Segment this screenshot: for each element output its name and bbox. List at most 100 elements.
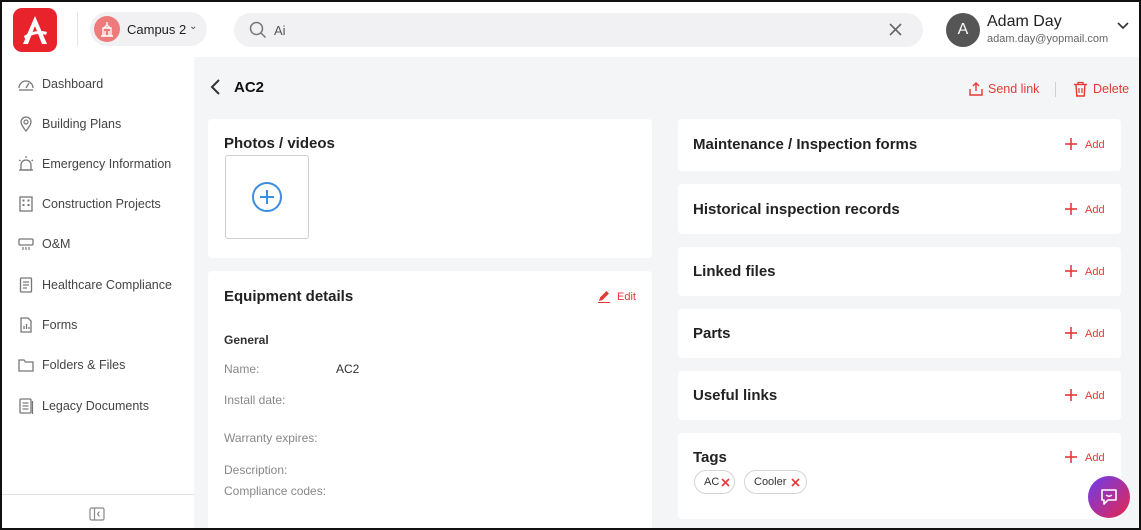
- folder-icon: [18, 359, 34, 372]
- add-linked-file-button[interactable]: Add: [1065, 264, 1113, 280]
- add-historical-record-button[interactable]: Add: [1065, 202, 1113, 218]
- sidebar-item-label: Forms: [42, 318, 78, 332]
- sidebar-item-label: Dashboard: [42, 77, 104, 91]
- campus-label: Campus 2: [127, 22, 187, 37]
- sidebar-item-label: Healthcare Compliance: [42, 278, 172, 292]
- tag-chip: AC: [694, 470, 735, 494]
- app-logo[interactable]: [13, 8, 57, 52]
- edit-button[interactable]: Edit: [597, 289, 642, 305]
- add-useful-link-button[interactable]: Add: [1065, 388, 1113, 404]
- equipment-title: Equipment details: [224, 288, 354, 305]
- chevron-down-icon[interactable]: [1117, 21, 1129, 31]
- map-pin-icon: [20, 116, 32, 133]
- sidebar-item-healthcare-compliance[interactable]: Healthcare Compliance: [2, 269, 194, 301]
- sidebar-item-label: O&M: [42, 237, 71, 251]
- page-title: AC2: [234, 79, 265, 96]
- search-input[interactable]: Ai: [274, 23, 286, 38]
- avatar[interactable]: A: [946, 13, 980, 47]
- plus-circle-icon: [252, 182, 282, 212]
- close-icon[interactable]: [888, 22, 903, 37]
- plus-icon: [1065, 203, 1077, 215]
- historical-records-card: Historical inspection records Add: [678, 184, 1121, 234]
- card-title: Parts: [693, 325, 731, 342]
- sidebar-item-label: Folders & Files: [42, 358, 126, 372]
- add-media-button[interactable]: [225, 155, 309, 239]
- plus-icon: [1065, 265, 1077, 277]
- plus-icon: [1065, 451, 1077, 463]
- remove-tag-icon[interactable]: [791, 478, 800, 487]
- field-label-warranty-expires: Warranty expires:: [224, 431, 318, 445]
- add-label: Add: [1085, 328, 1105, 340]
- sidebar-item-label: Building Plans: [42, 117, 122, 131]
- back-arrow-icon[interactable]: [209, 78, 223, 96]
- remove-tag-icon[interactable]: [721, 478, 730, 487]
- tag-label: Cooler: [754, 476, 787, 488]
- chat-support-button[interactable]: [1088, 476, 1130, 518]
- campus-selector[interactable]: Campus 2 ⌄: [90, 12, 207, 46]
- delete-button[interactable]: Delete: [1073, 81, 1133, 99]
- card-title: Tags: [693, 449, 727, 466]
- photos-card: Photos / videos: [208, 119, 652, 258]
- sidebar: Dashboard Building Plans Emergency Infor…: [2, 57, 194, 528]
- section-heading-general: General: [224, 333, 269, 347]
- parts-card: Parts Add: [678, 309, 1121, 358]
- tag-chip: Cooler: [744, 470, 807, 494]
- sidebar-item-folders-files[interactable]: Folders & Files: [2, 349, 194, 381]
- card-title: Maintenance / Inspection forms: [693, 136, 918, 153]
- add-label: Add: [1085, 452, 1105, 464]
- form-icon: [20, 317, 32, 333]
- card-title: Historical inspection records: [693, 201, 900, 218]
- sidebar-item-label: Emergency Information: [42, 157, 172, 171]
- photos-title: Photos / videos: [224, 135, 335, 152]
- sidebar-item-construction-projects[interactable]: Construction Projects: [2, 188, 194, 220]
- send-link-button[interactable]: Send link: [968, 81, 1048, 99]
- sidebar-item-building-plans[interactable]: Building Plans: [2, 108, 194, 140]
- collapse-sidebar-icon[interactable]: [89, 507, 105, 521]
- add-part-button[interactable]: Add: [1065, 326, 1113, 342]
- search-icon: [249, 21, 267, 39]
- tags-card: Tags Add AC Cooler: [678, 433, 1121, 519]
- app-window: Campus 2 ⌄ Ai A Adam Day adam.day@yopmai…: [0, 0, 1141, 530]
- sidebar-item-emergency-information[interactable]: Emergency Information: [2, 148, 194, 180]
- sidebar-item-dashboard[interactable]: Dashboard: [2, 68, 194, 100]
- add-label: Add: [1085, 390, 1105, 402]
- card-title: Linked files: [693, 263, 776, 280]
- add-label: Add: [1085, 204, 1105, 216]
- field-label-install-date: Install date:: [224, 393, 286, 407]
- linked-files-card: Linked files Add: [678, 247, 1121, 296]
- equipment-details-card: Equipment details Edit General Name: AC2…: [208, 271, 652, 528]
- chat-icon: [1101, 489, 1117, 505]
- divider: [2, 494, 194, 495]
- top-bar: Campus 2 ⌄ Ai A Adam Day adam.day@yopmai…: [2, 2, 1139, 57]
- logo-mark-icon: [23, 16, 47, 44]
- trash-icon: [1074, 81, 1087, 97]
- field-label-compliance-codes: Compliance codes:: [224, 484, 327, 498]
- plus-icon: [1065, 138, 1077, 150]
- edit-label: Edit: [617, 291, 636, 303]
- tag-label: AC: [704, 476, 720, 488]
- clipboard-icon: [19, 277, 33, 293]
- air-conditioner-icon: [18, 238, 34, 250]
- pencil-icon: [598, 291, 610, 303]
- add-label: Add: [1085, 266, 1105, 278]
- plus-icon: [1065, 327, 1077, 339]
- field-label-name: Name:: [224, 362, 260, 376]
- chevron-down-icon: ⌄: [189, 21, 198, 32]
- search-bar[interactable]: Ai: [234, 13, 923, 47]
- documents-icon: [19, 398, 34, 414]
- sidebar-item-legacy-documents[interactable]: Legacy Documents: [2, 390, 194, 422]
- user-email: adam.day@yopmail.com: [987, 33, 1109, 45]
- useful-links-card: Useful links Add: [678, 371, 1121, 420]
- dashboard-icon: [18, 80, 34, 91]
- add-maintenance-form-button[interactable]: Add: [1065, 137, 1113, 153]
- user-name: Adam Day: [987, 13, 1062, 30]
- card-title: Useful links: [693, 387, 778, 404]
- add-tag-button[interactable]: Add: [1065, 450, 1113, 466]
- delete-label: Delete: [1093, 82, 1130, 96]
- divider: [1055, 82, 1056, 97]
- sidebar-item-label: Construction Projects: [42, 197, 161, 211]
- building-icon: [19, 196, 33, 212]
- sidebar-item-forms[interactable]: Forms: [2, 309, 194, 341]
- sidebar-item-om[interactable]: O&M: [2, 228, 194, 260]
- plus-icon: [1065, 389, 1077, 401]
